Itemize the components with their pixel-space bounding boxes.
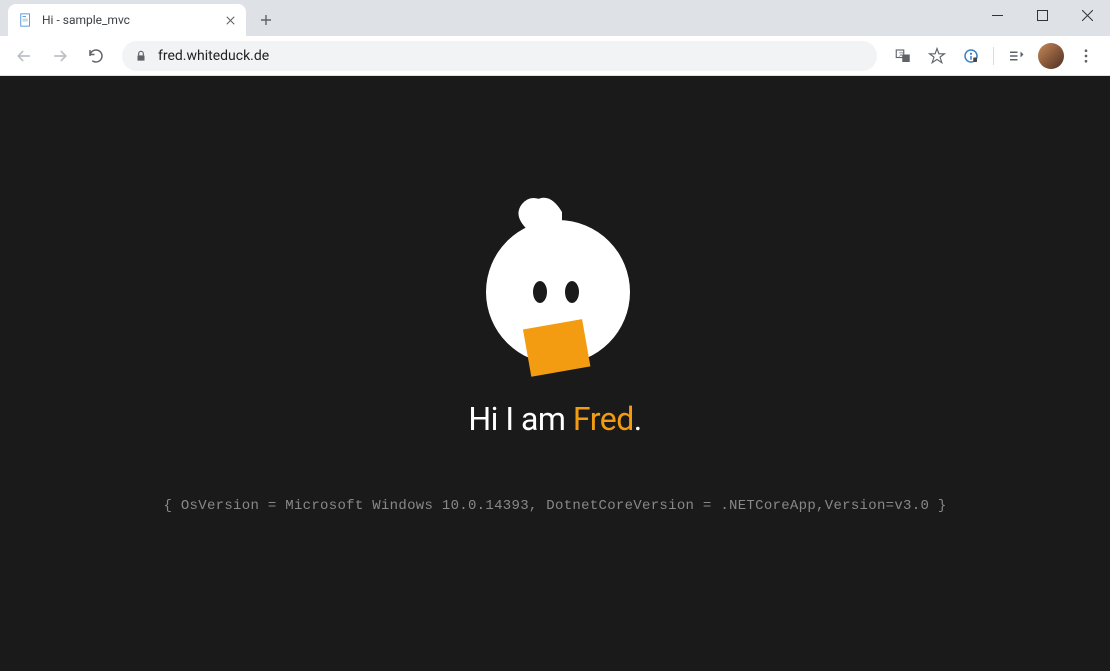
url-text: fred.whiteduck.de <box>158 48 865 64</box>
hero-section: Hi I am Fred. { OsVersion = Microsoft Wi… <box>163 184 946 514</box>
translate-icon[interactable]: 文 <box>887 40 919 72</box>
new-tab-button[interactable] <box>252 6 280 34</box>
window-close-button[interactable] <box>1065 0 1110 30</box>
bookmark-icon[interactable] <box>921 40 953 72</box>
tab-title: Hi - sample_mvc <box>42 13 214 27</box>
toolbar-actions: 文 <box>887 40 1102 72</box>
tab-bar: Hi - sample_mvc <box>8 0 280 36</box>
lock-icon <box>134 49 148 63</box>
system-info-text: { OsVersion = Microsoft Windows 10.0.143… <box>163 498 946 514</box>
window-minimize-button[interactable] <box>975 0 1020 30</box>
page-heading: Hi I am Fred. <box>468 400 641 438</box>
address-bar[interactable]: fred.whiteduck.de <box>122 41 877 71</box>
page-content: Hi I am Fred. { OsVersion = Microsoft Wi… <box>0 76 1110 671</box>
media-icon[interactable] <box>1000 40 1032 72</box>
menu-icon[interactable] <box>1070 40 1102 72</box>
tab-favicon-icon <box>18 12 34 28</box>
back-button[interactable] <box>8 40 40 72</box>
browser-toolbar: fred.whiteduck.de 文 <box>0 36 1110 76</box>
profile-avatar[interactable] <box>1038 43 1064 69</box>
heading-suffix: . <box>634 400 642 438</box>
duck-logo-icon <box>470 184 640 384</box>
extension-icon[interactable] <box>955 40 987 72</box>
forward-button[interactable] <box>44 40 76 72</box>
window-maximize-button[interactable] <box>1020 0 1065 30</box>
heading-highlight: Fred <box>573 400 634 438</box>
reload-button[interactable] <box>80 40 112 72</box>
heading-prefix: Hi I am <box>468 400 573 438</box>
window-titlebar: Hi - sample_mvc <box>0 0 1110 36</box>
toolbar-divider <box>993 47 994 65</box>
tab-close-button[interactable] <box>222 12 238 28</box>
browser-tab[interactable]: Hi - sample_mvc <box>8 4 246 36</box>
